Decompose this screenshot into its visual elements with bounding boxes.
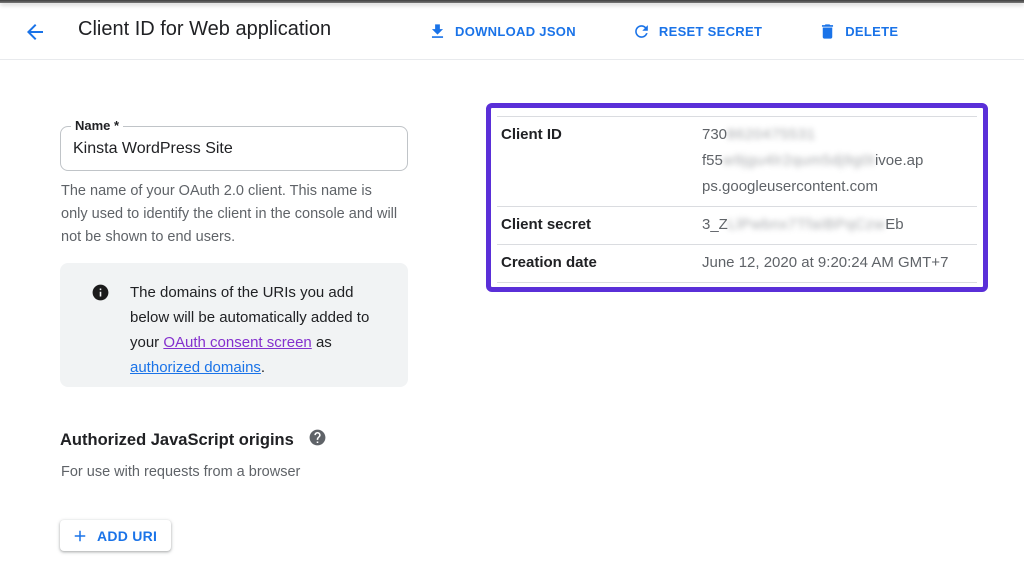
download-json-label: DOWNLOAD JSON — [455, 24, 576, 39]
name-field[interactable]: Name * — [60, 126, 408, 171]
header-actions: DOWNLOAD JSON RESET SECRET DELETE — [428, 3, 898, 59]
redacted-text: w9jgu4lr2qum5dj9g0t — [723, 152, 875, 169]
client-id-line2-suffix: ivoe.ap — [875, 152, 923, 169]
client-secret-prefix: 3_Z — [702, 216, 728, 233]
client-id-line2-prefix: f55 — [702, 152, 723, 169]
info-icon — [91, 283, 110, 307]
info-note-text: The domains of the URIs you add below wi… — [130, 280, 394, 380]
oauth-consent-screen-link[interactable]: OAuth consent screen — [163, 334, 311, 351]
origins-section-header: Authorized JavaScript origins — [60, 428, 327, 452]
client-id-line2: f55w9jgu4lr2qum5dj9g0tivoe.ap — [702, 148, 977, 174]
back-button[interactable] — [20, 17, 50, 47]
client-id-visible-prefix: 730 — [702, 126, 727, 143]
delete-label: DELETE — [845, 24, 898, 39]
client-secret-label: Client secret — [501, 212, 702, 238]
client-id-value: 7308620475531 f55w9jgu4lr2qum5dj9g0tivoe… — [702, 122, 977, 200]
add-uri-label: ADD URI — [97, 528, 157, 544]
creation-date-value: June 12, 2020 at 9:20:24 AM GMT+7 — [702, 250, 977, 276]
main-content: Name * The name of your OAuth 2.0 client… — [0, 60, 1024, 579]
info-note: The domains of the URIs you add below wi… — [60, 263, 408, 387]
origins-subtext: For use with requests from a browser — [61, 464, 300, 480]
annotation-highlight-box: Client ID 7308620475531 f55w9jgu4lr2qum5… — [486, 103, 988, 292]
reset-secret-button[interactable]: RESET SECRET — [632, 22, 762, 41]
download-icon — [428, 22, 447, 41]
trash-icon — [818, 22, 837, 41]
client-id-label: Client ID — [501, 122, 702, 200]
plus-icon — [71, 527, 89, 545]
client-secret-row: Client secret 3_ZLlPwbnx7TfaIBPqCzwEb — [497, 206, 977, 244]
client-id-line3: ps.googleusercontent.com — [702, 174, 977, 200]
help-icon[interactable] — [308, 428, 327, 452]
client-secret-value: 3_ZLlPwbnx7TfaIBPqCzwEb — [702, 212, 977, 238]
refresh-icon — [632, 22, 651, 41]
client-secret-suffix: Eb — [885, 216, 903, 233]
window-top-edge — [0, 0, 1024, 3]
download-json-button[interactable]: DOWNLOAD JSON — [428, 22, 576, 41]
back-arrow-icon — [23, 20, 47, 44]
info-text-middle: as — [312, 334, 332, 351]
page-header: Client ID for Web application DOWNLOAD J… — [0, 3, 1024, 60]
redacted-text: 8620475531 — [727, 126, 815, 143]
authorized-domains-link[interactable]: authorized domains — [130, 359, 261, 376]
name-helper-text: The name of your OAuth 2.0 client. This … — [61, 180, 401, 249]
client-id-line1: 7308620475531 — [702, 122, 977, 148]
credentials-table: Client ID 7308620475531 f55w9jgu4lr2qum5… — [497, 116, 977, 283]
add-uri-button[interactable]: ADD URI — [60, 520, 171, 551]
creation-date-row: Creation date June 12, 2020 at 9:20:24 A… — [497, 244, 977, 283]
info-text-after: . — [261, 359, 265, 376]
name-field-label: Name * — [71, 118, 123, 134]
creation-date-label: Creation date — [501, 250, 702, 276]
delete-button[interactable]: DELETE — [818, 22, 898, 41]
client-id-row: Client ID 7308620475531 f55w9jgu4lr2qum5… — [497, 116, 977, 206]
origins-heading: Authorized JavaScript origins — [60, 431, 294, 450]
redacted-text: LlPwbnx7TfaIBPqCzw — [728, 216, 885, 233]
reset-secret-label: RESET SECRET — [659, 24, 762, 39]
page-title: Client ID for Web application — [78, 18, 331, 41]
